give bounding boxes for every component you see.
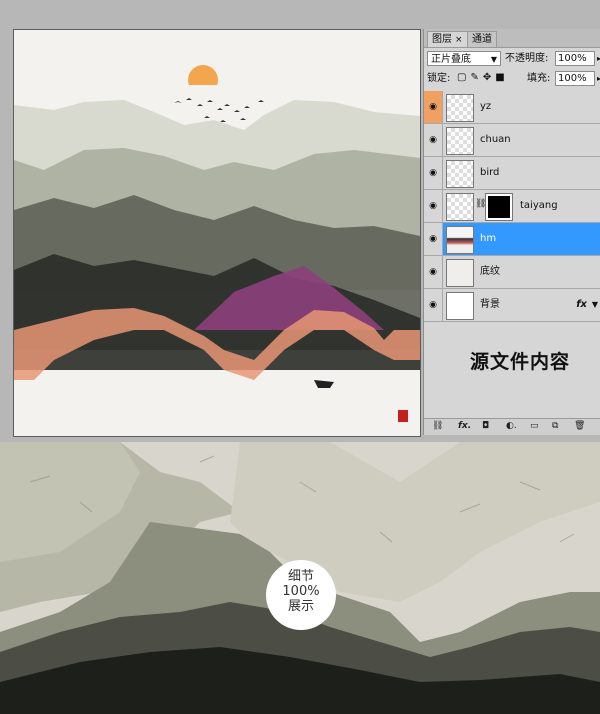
badge-line-3: 展示 — [287, 599, 314, 614]
add-style-icon[interactable]: fx. — [458, 421, 471, 431]
panel-bottom-toolbar: ⛓ fx. ◘ ◐. ▭ ⧉ 🗑 — [424, 418, 600, 435]
blend-mode-value: 正片叠底 — [431, 54, 471, 65]
layer-mask-thumbnail[interactable] — [485, 193, 513, 221]
fill-field[interactable]: 100% — [555, 71, 595, 86]
lock-position-icon[interactable]: ✥ — [483, 72, 495, 83]
trash-icon[interactable]: 🗑 — [574, 421, 585, 431]
eye-icon[interactable]: ◉ — [424, 223, 443, 255]
new-layer-icon[interactable]: ⧉ — [552, 421, 558, 431]
eye-icon[interactable]: ◉ — [424, 190, 443, 222]
layer-thumbnail — [446, 160, 474, 188]
lock-options-icons: ▢✎✥■ — [457, 72, 509, 83]
top-area: 图层× 通道 正片叠底 ▼ 不透明度: 100% ▸ 锁定: ▢✎✥■ 填充: — [0, 0, 600, 442]
layer-name: hm — [480, 233, 497, 244]
add-mask-icon[interactable]: ◘ — [482, 421, 489, 431]
layer-name: taiyang — [520, 200, 558, 211]
new-group-icon[interactable]: ▭ — [530, 421, 539, 431]
fill-value: 100% — [558, 73, 587, 84]
effects-icon[interactable]: fx — [576, 289, 587, 321]
artwork-canvas[interactable] — [13, 29, 421, 437]
fill-label: 填充: — [527, 73, 551, 84]
adjustment-layer-icon[interactable]: ◐. — [506, 421, 517, 431]
layer-name: chuan — [480, 134, 511, 145]
layer-row[interactable]: ◉ bird — [424, 157, 600, 190]
layer-row[interactable]: ◉ ⛓ taiyang — [424, 190, 600, 223]
layer-name: 背景 — [480, 299, 500, 310]
tab-channels-label: 通道 — [472, 34, 492, 45]
layer-thumbnail — [446, 193, 474, 221]
ink-landscape-artwork — [14, 30, 420, 436]
panel-tabs: 图层 × 通道 — [424, 29, 600, 48]
opacity-label: 不透明度: — [505, 53, 549, 64]
link-layers-icon[interactable]: ⛓ — [432, 421, 443, 431]
layer-row[interactable]: ◉ 背景 fx ▼ — [424, 289, 600, 322]
blend-mode-select[interactable]: 正片叠底 ▼ — [427, 51, 501, 66]
layer-name: bird — [480, 167, 500, 178]
layer-thumbnail — [446, 226, 474, 254]
eye-icon[interactable]: ◉ — [424, 91, 443, 123]
chevron-down-icon: ▼ — [490, 55, 497, 64]
eye-icon[interactable]: ◉ — [424, 157, 443, 189]
layer-thumbnail — [446, 259, 474, 287]
layer-thumbnail — [446, 292, 474, 320]
eye-icon[interactable]: ◉ — [424, 289, 443, 321]
tab-channels[interactable]: 通道 — [467, 31, 497, 47]
lock-transparency-icon[interactable]: ▢ — [457, 72, 470, 83]
eye-icon[interactable]: ◉ — [424, 124, 443, 156]
opacity-value: 100% — [558, 53, 587, 64]
layer-row[interactable]: ◉ chuan — [424, 124, 600, 157]
lock-all-icon[interactable]: ■ — [495, 72, 508, 83]
lock-pixels-icon[interactable]: ✎ — [470, 72, 482, 83]
layer-row[interactable]: ◉ yz — [424, 91, 600, 124]
layer-name: 底纹 — [480, 266, 500, 277]
layer-name: yz — [480, 101, 492, 112]
badge-line-2: 100% — [282, 584, 320, 599]
layer-thumbnail — [446, 127, 474, 155]
eye-icon[interactable]: ◉ — [424, 256, 443, 288]
tab-layers-label: 图层 — [432, 34, 452, 45]
lock-fill-row: 锁定: ▢✎✥■ 填充: 100% ▸ — [427, 71, 600, 88]
layer-thumbnail — [446, 94, 474, 122]
seal-stamp — [398, 410, 408, 422]
opacity-field[interactable]: 100% — [555, 51, 595, 66]
layer-row[interactable]: ◉ 底纹 — [424, 256, 600, 289]
tab-layers[interactable]: 图层 × — [427, 31, 468, 47]
layer-list: ◉ yz ◉ chuan ◉ bird ◉ ⛓ taiyang ◉ hm ◉ 底… — [424, 91, 600, 322]
chevron-down-icon[interactable]: ▼ — [592, 289, 598, 321]
panel-caption: 源文件内容 — [470, 351, 571, 373]
close-icon[interactable]: × — [455, 35, 463, 45]
detail-zoom-badge: 细节 100% 展示 — [266, 560, 336, 630]
blend-opacity-row: 正片叠底 ▼ 不透明度: 100% ▸ — [427, 51, 600, 68]
layer-row-selected[interactable]: ◉ hm — [424, 223, 600, 256]
lock-label: 锁定: — [427, 73, 451, 84]
badge-line-1: 细节 — [287, 569, 314, 584]
layers-panel: 图层× 通道 正片叠底 ▼ 不透明度: 100% ▸ 锁定: ▢✎✥■ 填充: — [423, 29, 600, 435]
